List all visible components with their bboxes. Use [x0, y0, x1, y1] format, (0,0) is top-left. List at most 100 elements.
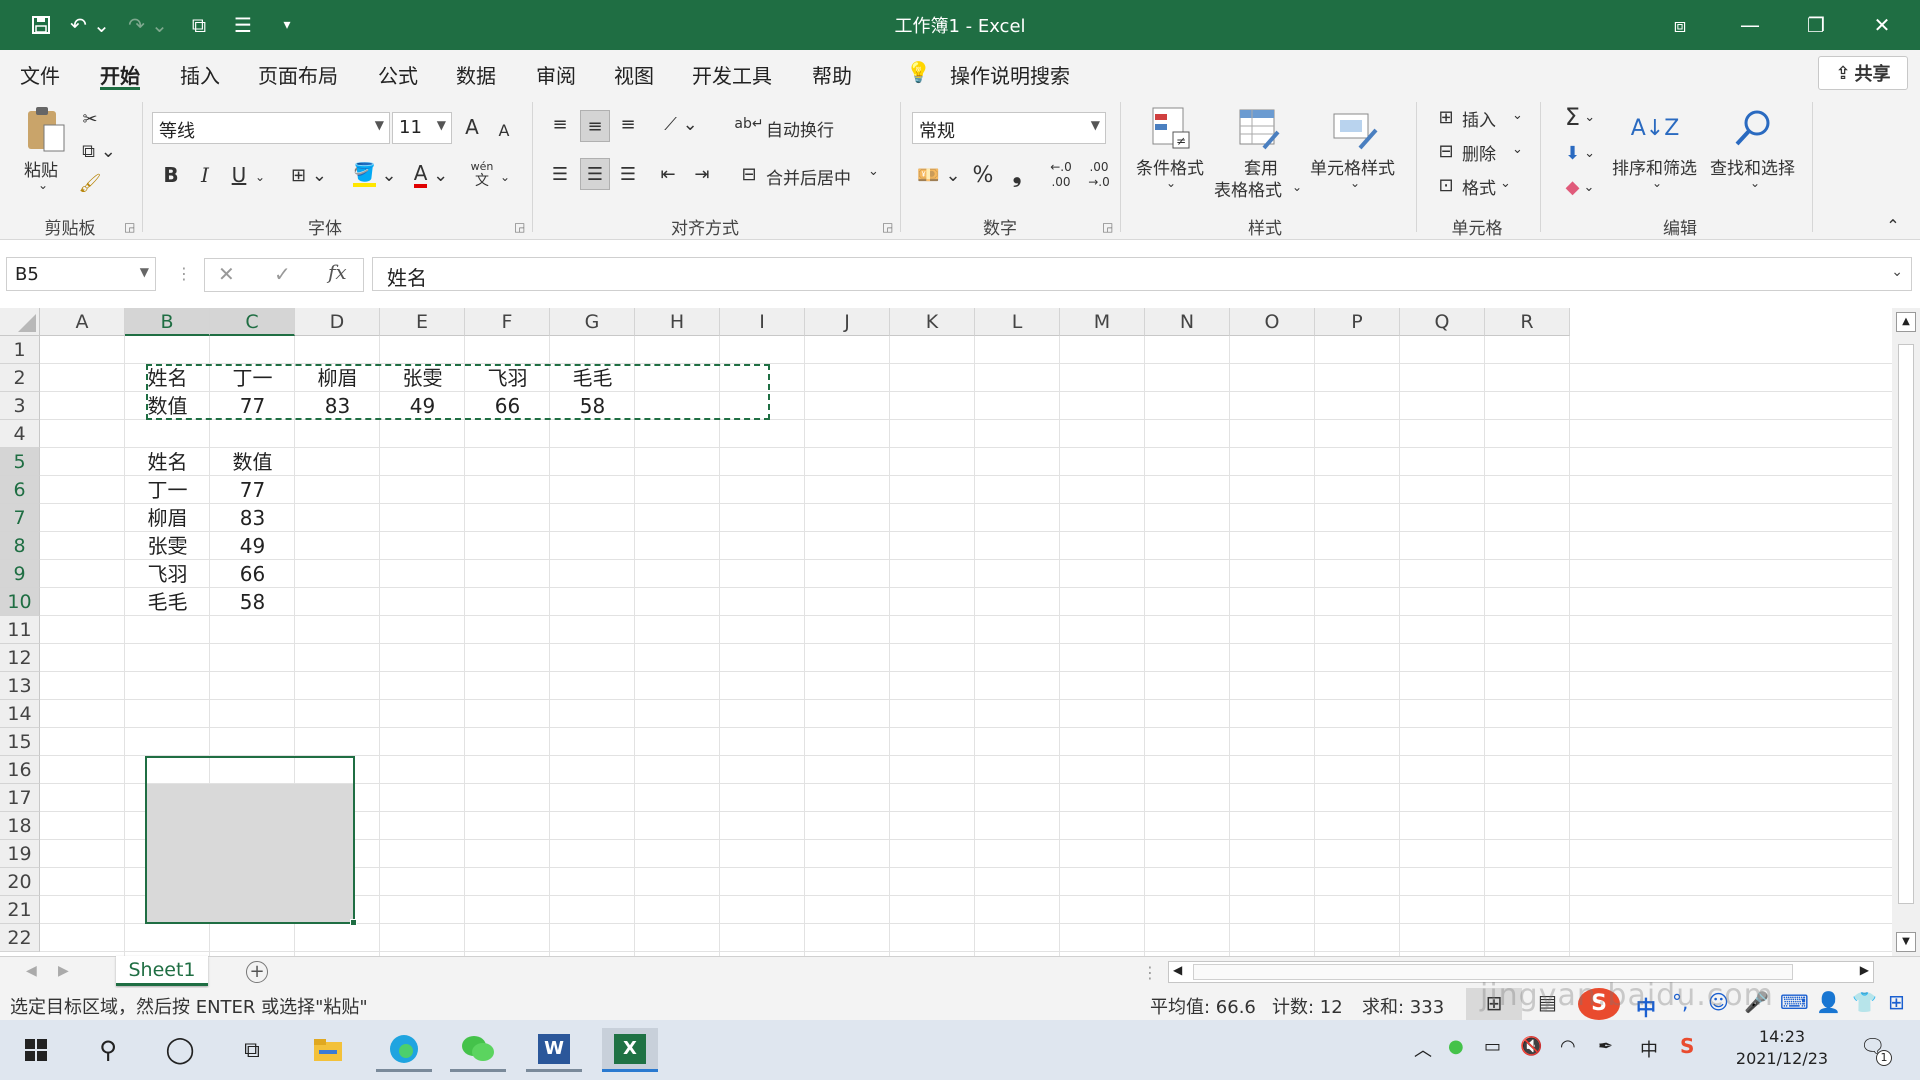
column-header-o[interactable]: O — [1230, 308, 1315, 336]
cell-c5[interactable]: 数值 — [210, 448, 295, 476]
conditional-formatting-icon[interactable]: ≠ — [1148, 102, 1194, 154]
cell-f3[interactable]: 66 — [465, 392, 550, 420]
cell-g3[interactable]: 58 — [550, 392, 635, 420]
cell-c2[interactable]: 丁一 — [210, 364, 295, 392]
wechat-tray-icon[interactable]: ● — [1448, 1036, 1464, 1057]
ime-user-icon[interactable]: 👤 — [1816, 990, 1841, 1014]
cell-c9[interactable]: 66 — [210, 560, 295, 588]
column-header-e[interactable]: E — [380, 308, 465, 336]
merge-center-button[interactable]: 合并后居中 — [766, 164, 851, 189]
underline-button[interactable]: U — [226, 160, 252, 190]
tab-view[interactable]: 视图 — [614, 60, 654, 90]
autosum-icon[interactable]: Σ ⌄ — [1556, 102, 1604, 132]
next-sheet-icon[interactable]: ▶ — [58, 963, 69, 979]
font-color-icon[interactable]: A ⌄ — [406, 160, 456, 190]
tab-formulas[interactable]: 公式 — [378, 60, 418, 90]
restore-icon[interactable]: ❐ — [1786, 0, 1846, 50]
orientation-icon[interactable]: ⟋ ⌄ — [656, 110, 706, 138]
scroll-left-icon[interactable]: ◀ — [1173, 963, 1182, 977]
cell-c3[interactable]: 77 — [210, 392, 295, 420]
number-launcher-icon[interactable]: ◲ — [1102, 220, 1113, 234]
wrap-text-button[interactable]: 自动换行 — [766, 116, 834, 141]
bold-button[interactable]: B — [158, 160, 184, 190]
cell-b9[interactable]: 飞羽 — [125, 560, 210, 588]
decrease-decimal-icon[interactable]: .00 →.0 — [1082, 158, 1116, 192]
column-header-l[interactable]: L — [975, 308, 1060, 336]
align-bottom-icon[interactable]: ≡ — [614, 110, 642, 138]
insert-cells-icon[interactable]: ⊞ — [1432, 104, 1460, 130]
sogou-ime-icon[interactable]: S — [1578, 988, 1620, 1020]
cell-b8[interactable]: 张雯 — [125, 532, 210, 560]
page-layout-view-icon[interactable]: ▤ — [1538, 990, 1557, 1014]
expand-formula-bar-icon[interactable]: ⌄ — [1891, 264, 1903, 280]
column-header-b[interactable]: B — [125, 308, 210, 336]
worksheet-grid[interactable]: ABCDEFGHIJKLMNOPQR 1 2 3 4 5 6 7 8 9 10 11 12 13 14 15… — [0, 308, 1920, 956]
cell-g2[interactable]: 毛毛 — [550, 364, 635, 392]
borders-icon[interactable]: ⊞ ⌄ — [284, 160, 334, 190]
column-header-d[interactable]: D — [295, 308, 380, 336]
phonetic-guide-icon[interactable]: wén 文 — [468, 156, 496, 192]
insert-function-icon[interactable]: fx — [328, 260, 347, 284]
vertical-scrollbar[interactable]: ▲ ▼ — [1892, 308, 1920, 956]
cell-e3[interactable]: 49 — [380, 392, 465, 420]
format-painter-icon[interactable]: 🖌 — [76, 170, 104, 196]
status-average[interactable]: 平均值: 66.6 — [1150, 993, 1256, 1019]
tab-page-layout[interactable]: 页面布局 — [258, 60, 338, 90]
ime-skin-icon[interactable]: 👕 — [1852, 990, 1877, 1014]
format-cells-icon[interactable]: ⊡ — [1432, 172, 1460, 198]
chevron-down-icon[interactable]: ⌄ — [1500, 176, 1511, 191]
format-as-table-icon[interactable] — [1236, 104, 1282, 154]
cell-b6[interactable]: 丁一 — [125, 476, 210, 504]
cell-b2[interactable]: 姓名 — [125, 364, 210, 392]
row-header-22[interactable]: 22 — [0, 924, 40, 952]
wrap-text-icon[interactable]: ab↵ — [734, 110, 763, 138]
chevron-down-icon[interactable]: ⌄ — [1512, 108, 1523, 123]
fill-icon[interactable]: ⬇ ⌄ — [1556, 138, 1604, 168]
column-header-m[interactable]: M — [1060, 308, 1145, 336]
tab-help[interactable]: 帮助 — [812, 60, 852, 90]
merge-center-icon[interactable]: ⊟ — [736, 160, 762, 188]
copy-icon[interactable]: ⧉ ⌄ — [76, 138, 122, 164]
sheet-tab-sheet1[interactable]: Sheet1 — [116, 956, 208, 986]
row-header-15[interactable]: 15 — [0, 728, 40, 756]
align-middle-icon[interactable]: ≡ — [580, 110, 610, 142]
ribbon-display-icon[interactable]: ⧈ — [1650, 0, 1710, 50]
ime-emoji-icon[interactable]: ☺ — [1708, 990, 1729, 1014]
chevron-down-icon[interactable]: ⌄ — [868, 164, 879, 179]
font-launcher-icon[interactable]: ◲ — [514, 220, 525, 234]
tab-home[interactable]: 开始 — [100, 60, 140, 90]
row-header-17[interactable]: 17 — [0, 784, 40, 812]
row-header-13[interactable]: 13 — [0, 672, 40, 700]
status-sum[interactable]: 求和: 333 — [1362, 993, 1444, 1019]
fill-color-icon[interactable]: 🪣 ⌄ — [350, 160, 400, 190]
column-header-p[interactable]: P — [1315, 308, 1400, 336]
task-view-icon[interactable]: ⧉ — [224, 1028, 280, 1072]
show-hidden-icons[interactable]: ︿ — [1414, 1036, 1432, 1062]
scroll-up-icon[interactable]: ▲ — [1896, 312, 1916, 332]
chevron-down-icon[interactable]: ⌄ — [1350, 176, 1360, 190]
wifi-icon[interactable]: ◠ — [1560, 1036, 1576, 1057]
format-as-table-line2[interactable]: 表格格式 — [1214, 176, 1282, 201]
close-icon[interactable]: ✕ — [1852, 0, 1912, 50]
row-header-21[interactable]: 21 — [0, 896, 40, 924]
tab-developer[interactable]: 开发工具 — [692, 60, 772, 90]
align-right-icon[interactable]: ☰ — [614, 160, 642, 188]
column-header-a[interactable]: A — [40, 308, 125, 336]
pen-icon[interactable]: ✒ — [1598, 1036, 1613, 1057]
excel-icon[interactable]: X — [602, 1028, 658, 1072]
scroll-down-icon[interactable]: ▼ — [1896, 932, 1916, 952]
tab-insert[interactable]: 插入 — [180, 60, 220, 90]
tab-data[interactable]: 数据 — [456, 60, 496, 90]
name-box[interactable]: B5 ▼ — [6, 257, 156, 291]
delete-cells-button[interactable]: 删除 — [1462, 140, 1496, 165]
ime-lang-indicator[interactable]: 中 — [1636, 992, 1656, 1021]
input-lang-indicator[interactable]: 中 — [1640, 1036, 1658, 1062]
accounting-format-icon[interactable]: 💴 ⌄ — [912, 160, 966, 190]
confirm-entry-icon[interactable]: ✓ — [274, 262, 291, 286]
cell-d2[interactable]: 柳眉 — [295, 364, 380, 392]
ime-punctuation-icon[interactable]: °, — [1672, 990, 1688, 1014]
windows-start-icon[interactable] — [8, 1028, 64, 1072]
grow-font-icon[interactable]: A — [458, 112, 486, 142]
battery-icon[interactable]: ▭ — [1484, 1036, 1501, 1057]
row-header-11[interactable]: 11 — [0, 616, 40, 644]
